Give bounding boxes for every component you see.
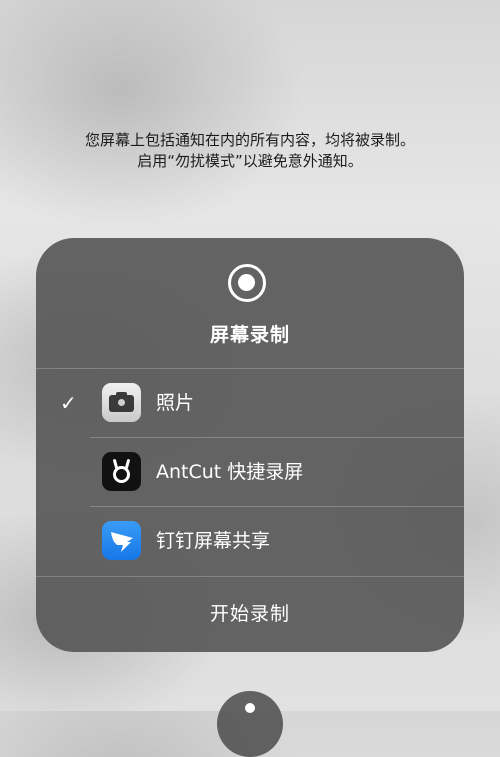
screen-recording-panel: 屏幕录制 ✓ 照片 AntCut 快捷录屏 钉钉屏幕共享 开始录制 (36, 238, 464, 652)
app-name: AntCut 快捷录屏 (156, 461, 304, 483)
recording-notice: 您屏幕上包括通知在内的所有内容，均将被录制。 启用“勿扰模式”以避免意外通知。 (0, 130, 500, 172)
antcut-icon (102, 452, 141, 491)
dingtalk-icon (102, 521, 141, 560)
panel-header: 屏幕录制 (36, 238, 464, 368)
record-dot-icon (245, 703, 255, 713)
record-icon (228, 264, 266, 302)
notice-line-2: 启用“勿扰模式”以避免意外通知。 (137, 152, 363, 170)
start-recording-button[interactable]: 开始录制 (36, 577, 464, 652)
app-name: 照片 (156, 392, 195, 414)
control-button[interactable] (217, 691, 283, 757)
app-row-antcut[interactable]: AntCut 快捷录屏 (36, 438, 464, 507)
app-row-dingtalk[interactable]: 钉钉屏幕共享 (36, 507, 464, 576)
panel-title: 屏幕录制 (209, 324, 290, 346)
app-name: 钉钉屏幕共享 (156, 530, 271, 552)
camera-icon (102, 383, 141, 422)
app-row-photos[interactable]: ✓ 照片 (36, 369, 464, 438)
notice-line-1: 您屏幕上包括通知在内的所有内容，均将被录制。 (84, 131, 415, 149)
checkmark-icon: ✓ (60, 391, 77, 415)
